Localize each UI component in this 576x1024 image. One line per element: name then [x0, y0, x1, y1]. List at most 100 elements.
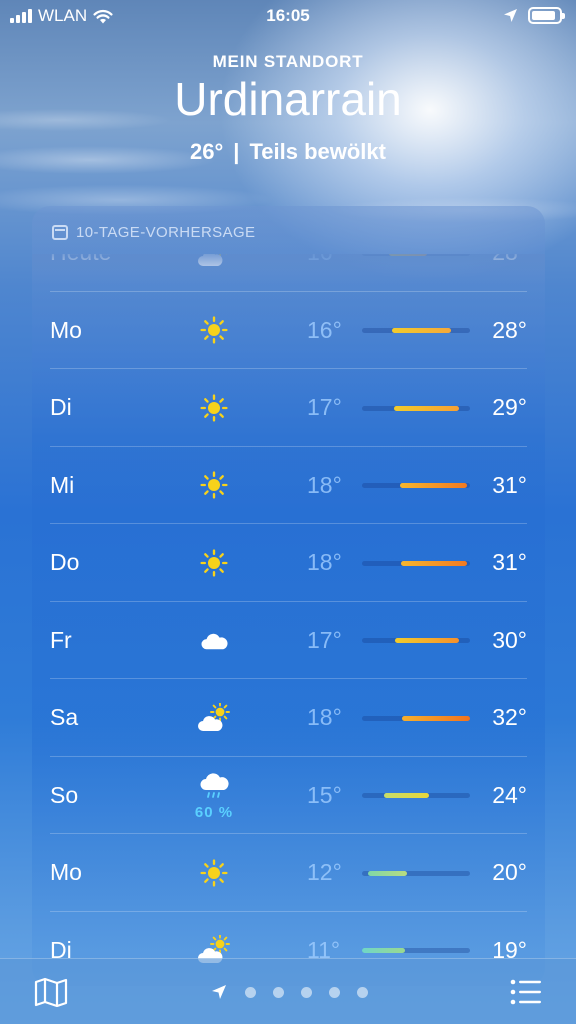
temperature-range-fill	[394, 405, 460, 411]
forecast-high-temp: 31°	[492, 471, 527, 498]
page-dot[interactable]	[357, 986, 368, 998]
forecast-icon-wrap	[192, 602, 236, 680]
sun-icon	[200, 859, 228, 887]
forecast-day: Mo	[50, 859, 82, 886]
page-indicator[interactable]	[210, 983, 368, 1001]
forecast-day: Di	[50, 394, 72, 421]
forecast-icon-wrap	[192, 679, 236, 757]
forecast-day: So	[50, 781, 79, 808]
forecast-low-temp: 15°	[307, 781, 342, 808]
forecast-low-temp: 18°	[307, 704, 342, 731]
forecast-icon-wrap	[192, 292, 236, 370]
forecast-icon-wrap	[192, 524, 236, 602]
conditions-separator: |	[233, 139, 240, 164]
calendar-icon	[52, 225, 68, 240]
temperature-range-fill	[389, 254, 427, 256]
forecast-high-temp: 30°	[492, 626, 527, 653]
current-condition: Teils bewölkt	[249, 139, 386, 164]
ten-day-forecast-card[interactable]: 10-TAGE-VORHERSAGE Heute 16° 28° Mo 16° 28° Di…	[32, 206, 545, 986]
forecast-row[interactable]: Fr 17° 30°	[32, 602, 545, 680]
forecast-high-temp: 20°	[492, 859, 527, 886]
location-services-icon	[504, 9, 517, 22]
temperature-range-fill	[368, 870, 408, 876]
forecast-icon-wrap	[192, 447, 236, 525]
forecast-high-temp: 31°	[492, 549, 527, 576]
temperature-range-bar	[362, 948, 470, 954]
forecast-day: Mo	[50, 316, 82, 343]
temperature-range-fill	[392, 328, 451, 334]
sun-icon	[200, 316, 228, 344]
current-temp: 26°	[190, 139, 224, 164]
forecast-icon-wrap: 60 %	[192, 757, 236, 835]
forecast-low-temp: 18°	[307, 549, 342, 576]
temperature-range-bar	[362, 638, 470, 644]
sun-icon	[200, 394, 228, 422]
temperature-range-fill	[362, 948, 406, 954]
forecast-row[interactable]: Mi 18° 31°	[32, 447, 545, 525]
temperature-range-bar	[362, 254, 470, 256]
bottom-toolbar	[0, 958, 576, 1024]
forecast-row[interactable]: Di 17° 29°	[32, 369, 545, 447]
forecast-low-temp: 16°	[307, 254, 342, 292]
city-name: Urdinarrain	[174, 73, 402, 125]
temperature-range-bar	[362, 328, 470, 334]
forecast-row[interactable]: Heute 16° 28°	[32, 254, 545, 292]
list-icon[interactable]	[510, 979, 542, 1005]
page-dot[interactable]	[273, 986, 284, 998]
forecast-icon-wrap	[192, 254, 236, 292]
forecast-low-temp: 16°	[307, 316, 342, 343]
sun-icon	[200, 549, 228, 577]
temperature-range-bar	[362, 405, 470, 411]
temperature-range-fill	[383, 793, 429, 799]
temperature-range-bar	[362, 870, 470, 876]
forecast-row[interactable]: So 60 % 15° 24°	[32, 757, 545, 835]
temperature-range-bar	[362, 560, 470, 566]
status-right	[503, 7, 565, 24]
precipitation-chance: 60 %	[194, 803, 234, 821]
cloud-rain-icon	[198, 770, 230, 802]
forecast-row[interactable]: Mo 12° 20°	[32, 834, 545, 912]
sun-icon	[200, 471, 228, 499]
forecast-icon-wrap	[192, 369, 236, 447]
cloud-sun-icon	[196, 254, 232, 268]
temperature-range-bar	[362, 793, 470, 799]
forecast-day: Do	[50, 549, 80, 576]
forecast-title: 10-TAGE-VORHERSAGE	[76, 224, 256, 241]
temperature-range-bar	[362, 715, 470, 721]
temperature-range-bar	[362, 483, 470, 489]
page-dot[interactable]	[301, 986, 312, 998]
cloud-sun-icon	[196, 701, 232, 733]
forecast-low-temp: 18°	[307, 471, 342, 498]
map-icon[interactable]	[34, 977, 68, 1007]
current-conditions: 26° | Teils bewölkt	[0, 139, 576, 165]
status-time: 16:05	[266, 6, 310, 25]
cloud-icon	[198, 627, 230, 653]
battery-icon	[528, 7, 565, 24]
temperature-range-fill	[401, 715, 470, 721]
temperature-range-fill	[395, 638, 460, 644]
location-arrow-icon[interactable]	[210, 983, 228, 1001]
forecast-high-temp: 29°	[492, 394, 527, 421]
forecast-row[interactable]: Mo 16° 28°	[32, 292, 545, 370]
forecast-low-temp: 12°	[307, 859, 342, 886]
forecast-day: Fr	[50, 626, 72, 653]
forecast-header: 10-TAGE-VORHERSAGE	[52, 224, 255, 241]
forecast-high-temp: 28°	[492, 254, 527, 292]
forecast-list[interactable]: Heute 16° 28° Mo 16° 28° Di 17° 29° Mi 18° 31° Do 18°…	[32, 254, 545, 986]
forecast-high-temp: 24°	[492, 781, 527, 808]
forecast-icon-wrap	[192, 834, 236, 912]
page-dot[interactable]	[245, 986, 256, 998]
page-dot[interactable]	[329, 986, 340, 998]
forecast-high-temp: 28°	[492, 316, 527, 343]
forecast-row[interactable]: Sa 18° 32°	[32, 679, 545, 757]
temperature-range-fill	[399, 483, 467, 489]
forecast-low-temp: 17°	[307, 394, 342, 421]
forecast-day: Mi	[50, 471, 75, 498]
forecast-low-temp: 17°	[307, 626, 342, 653]
location-label: MEIN STANDORT	[212, 52, 364, 71]
forecast-row[interactable]: Do 18° 31°	[32, 524, 545, 602]
status-bar: WLAN 16:05	[0, 0, 576, 32]
forecast-day: Sa	[50, 704, 79, 731]
forecast-day: Heute	[50, 254, 111, 292]
temperature-range-fill	[400, 560, 467, 566]
